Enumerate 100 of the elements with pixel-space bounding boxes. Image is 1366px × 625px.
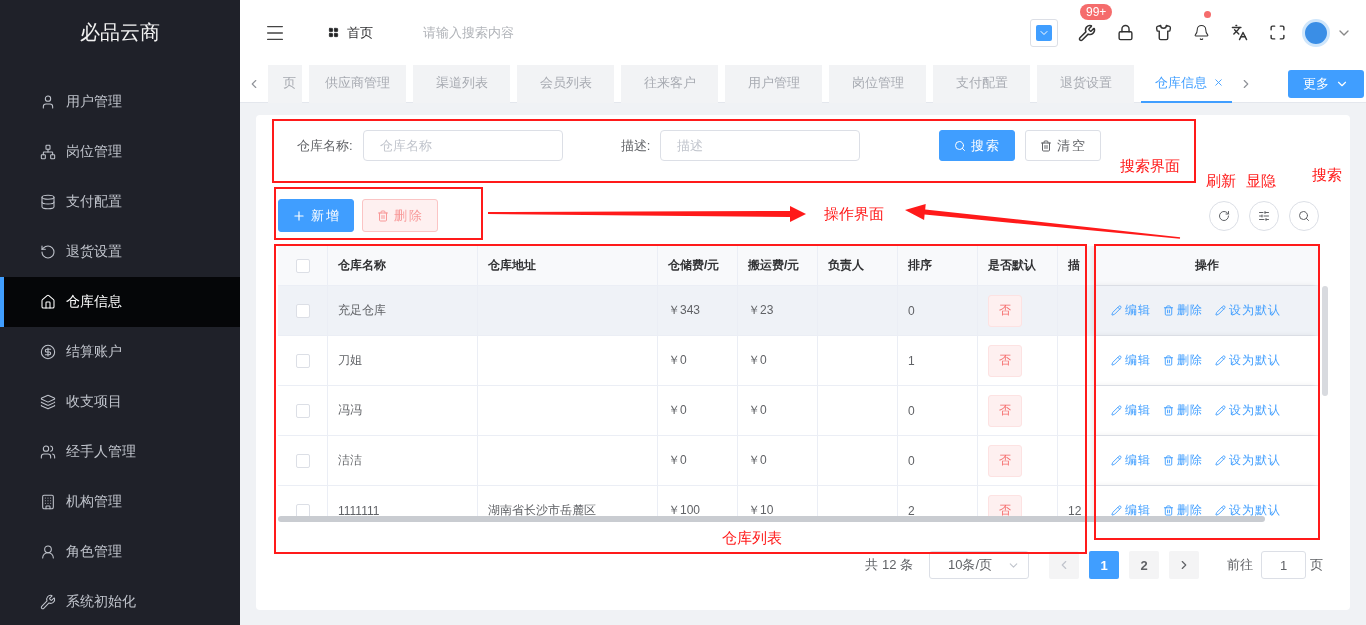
hierarchy-icon bbox=[40, 144, 56, 160]
action-link[interactable]: 编辑 bbox=[1111, 302, 1151, 319]
sidebar-item[interactable]: 岗位管理 bbox=[0, 127, 240, 177]
sidebar-item[interactable]: 机构管理 bbox=[0, 477, 240, 527]
tab[interactable]: 岗位管理 bbox=[829, 64, 926, 103]
checkbox[interactable] bbox=[295, 258, 310, 273]
table-cell: ￥0 bbox=[668, 402, 687, 419]
page-button[interactable]: 2 bbox=[1129, 551, 1159, 579]
action-link[interactable]: 设为默认 bbox=[1215, 302, 1281, 319]
table-cell: 0 bbox=[908, 303, 915, 318]
checkbox[interactable] bbox=[295, 403, 310, 418]
goto-label: 前往 bbox=[1227, 556, 1253, 574]
action-link[interactable]: 删除 bbox=[1163, 502, 1203, 519]
notification-badge: 99+ bbox=[1080, 3, 1113, 20]
action-link[interactable]: 设为默认 bbox=[1215, 452, 1281, 469]
action-link[interactable]: 删除 bbox=[1163, 402, 1203, 419]
search-button[interactable] bbox=[1289, 200, 1319, 231]
page-input[interactable]: 1 bbox=[1261, 551, 1306, 579]
close-icon[interactable] bbox=[1213, 77, 1224, 88]
action-link[interactable]: 删除 bbox=[1163, 352, 1203, 369]
table-cell: ￥0 bbox=[668, 452, 687, 469]
shirt-icon[interactable] bbox=[1154, 24, 1172, 41]
lock-icon[interactable] bbox=[1116, 24, 1134, 41]
page-button[interactable]: 1 bbox=[1089, 551, 1119, 579]
bell-icon[interactable] bbox=[1192, 24, 1210, 41]
breadcrumb[interactable]: 首页 bbox=[347, 23, 373, 42]
refresh-icon bbox=[1218, 209, 1230, 222]
checkbox[interactable] bbox=[295, 503, 310, 518]
building-icon bbox=[40, 494, 56, 510]
columns-button[interactable] bbox=[1249, 200, 1279, 231]
sidebar-item[interactable]: 角色管理 bbox=[0, 527, 240, 577]
delete-button[interactable]: 删除 bbox=[362, 199, 438, 232]
sidebar-item[interactable]: 收支项目 bbox=[0, 377, 240, 427]
sidebar-item[interactable]: 系统初始化 bbox=[0, 577, 240, 625]
more-button[interactable]: 更多 bbox=[1288, 69, 1364, 98]
table-cell: 0 bbox=[908, 453, 915, 468]
sidebar-item[interactable]: 经手人管理 bbox=[0, 427, 240, 477]
wrench-icon[interactable] bbox=[1078, 23, 1096, 42]
tab[interactable]: 会员列表 bbox=[517, 64, 614, 103]
sidebar-item[interactable]: 仓库信息 bbox=[0, 277, 240, 327]
action-link[interactable]: 删除 bbox=[1163, 302, 1203, 319]
sidebar-item[interactable]: 结算账户 bbox=[0, 327, 240, 377]
layers-icon bbox=[40, 394, 56, 410]
sidebar-item[interactable]: 支付配置 bbox=[0, 177, 240, 227]
table-cell: ￥0 bbox=[748, 352, 767, 369]
dropdown-toggle[interactable] bbox=[1030, 18, 1058, 47]
pencil-icon bbox=[1111, 455, 1122, 466]
action-link[interactable]: 编辑 bbox=[1111, 352, 1151, 369]
tab[interactable]: 往来客户 bbox=[621, 64, 718, 103]
action-link[interactable]: 设为默认 bbox=[1215, 352, 1281, 369]
scrollbar[interactable] bbox=[1322, 286, 1328, 396]
column-header: 排序 bbox=[898, 246, 978, 285]
table-cell: 1 bbox=[908, 353, 915, 368]
add-button[interactable]: 新增 bbox=[278, 199, 354, 232]
pencil-icon bbox=[1111, 305, 1122, 316]
text-field[interactable]: 仓库名称 bbox=[362, 130, 563, 161]
action-link[interactable]: 设为默认 bbox=[1215, 502, 1281, 519]
action-link[interactable]: 删除 bbox=[1163, 452, 1203, 469]
page-size-select[interactable]: 10条/页 bbox=[929, 551, 1029, 579]
tab[interactable]: 供应商管理 bbox=[309, 64, 406, 103]
text-field[interactable]: 描述 bbox=[660, 130, 861, 161]
tab[interactable]: 页 bbox=[268, 64, 302, 103]
tab[interactable]: 退货设置 bbox=[1037, 64, 1134, 103]
scrollbar[interactable] bbox=[278, 516, 1265, 522]
database-icon bbox=[40, 194, 56, 210]
clear-button[interactable]: 清空 bbox=[1025, 130, 1102, 161]
wrench-icon bbox=[40, 594, 56, 610]
avatar[interactable] bbox=[1302, 18, 1330, 47]
translate-icon[interactable] bbox=[1230, 24, 1248, 41]
checkbox[interactable] bbox=[295, 303, 310, 318]
search-button[interactable]: 搜索 bbox=[939, 130, 1016, 161]
fullscreen-icon[interactable] bbox=[1268, 24, 1286, 41]
sidebar-item[interactable]: 用户管理 bbox=[0, 77, 240, 127]
app-logo: 必品云商 bbox=[80, 20, 160, 45]
checkbox[interactable] bbox=[295, 353, 310, 368]
search-icon bbox=[953, 139, 966, 152]
field-label: 仓库名称: bbox=[297, 136, 353, 155]
action-link[interactable]: 编辑 bbox=[1111, 402, 1151, 419]
refresh-button[interactable] bbox=[1209, 200, 1239, 231]
sidebar-item[interactable]: 退货设置 bbox=[0, 227, 240, 277]
annotation-label: 搜索 bbox=[1312, 166, 1342, 185]
trash-icon bbox=[1163, 405, 1174, 416]
checkbox[interactable] bbox=[295, 453, 310, 468]
table-cell: ￥23 bbox=[748, 302, 774, 319]
pencil-icon bbox=[1215, 455, 1226, 466]
table-cell: ￥0 bbox=[748, 402, 767, 419]
action-link[interactable]: 编辑 bbox=[1111, 452, 1151, 469]
table-cell: 充足仓库 bbox=[338, 302, 386, 319]
action-link[interactable]: 设为默认 bbox=[1215, 402, 1281, 419]
table-cell: ￥0 bbox=[668, 352, 687, 369]
previous-page-button[interactable] bbox=[1049, 551, 1079, 579]
table-cell: ￥100 bbox=[668, 502, 701, 519]
tab[interactable]: 支付配置 bbox=[933, 64, 1030, 103]
coin-icon bbox=[40, 344, 56, 360]
table-cell: 2 bbox=[908, 503, 915, 518]
tab[interactable]: 用户管理 bbox=[725, 64, 822, 103]
action-link[interactable]: 编辑 bbox=[1111, 502, 1151, 519]
status-tag: 否 bbox=[988, 394, 1022, 427]
tab[interactable]: 渠道列表 bbox=[413, 64, 510, 103]
table-cell: 12 bbox=[1068, 503, 1082, 518]
